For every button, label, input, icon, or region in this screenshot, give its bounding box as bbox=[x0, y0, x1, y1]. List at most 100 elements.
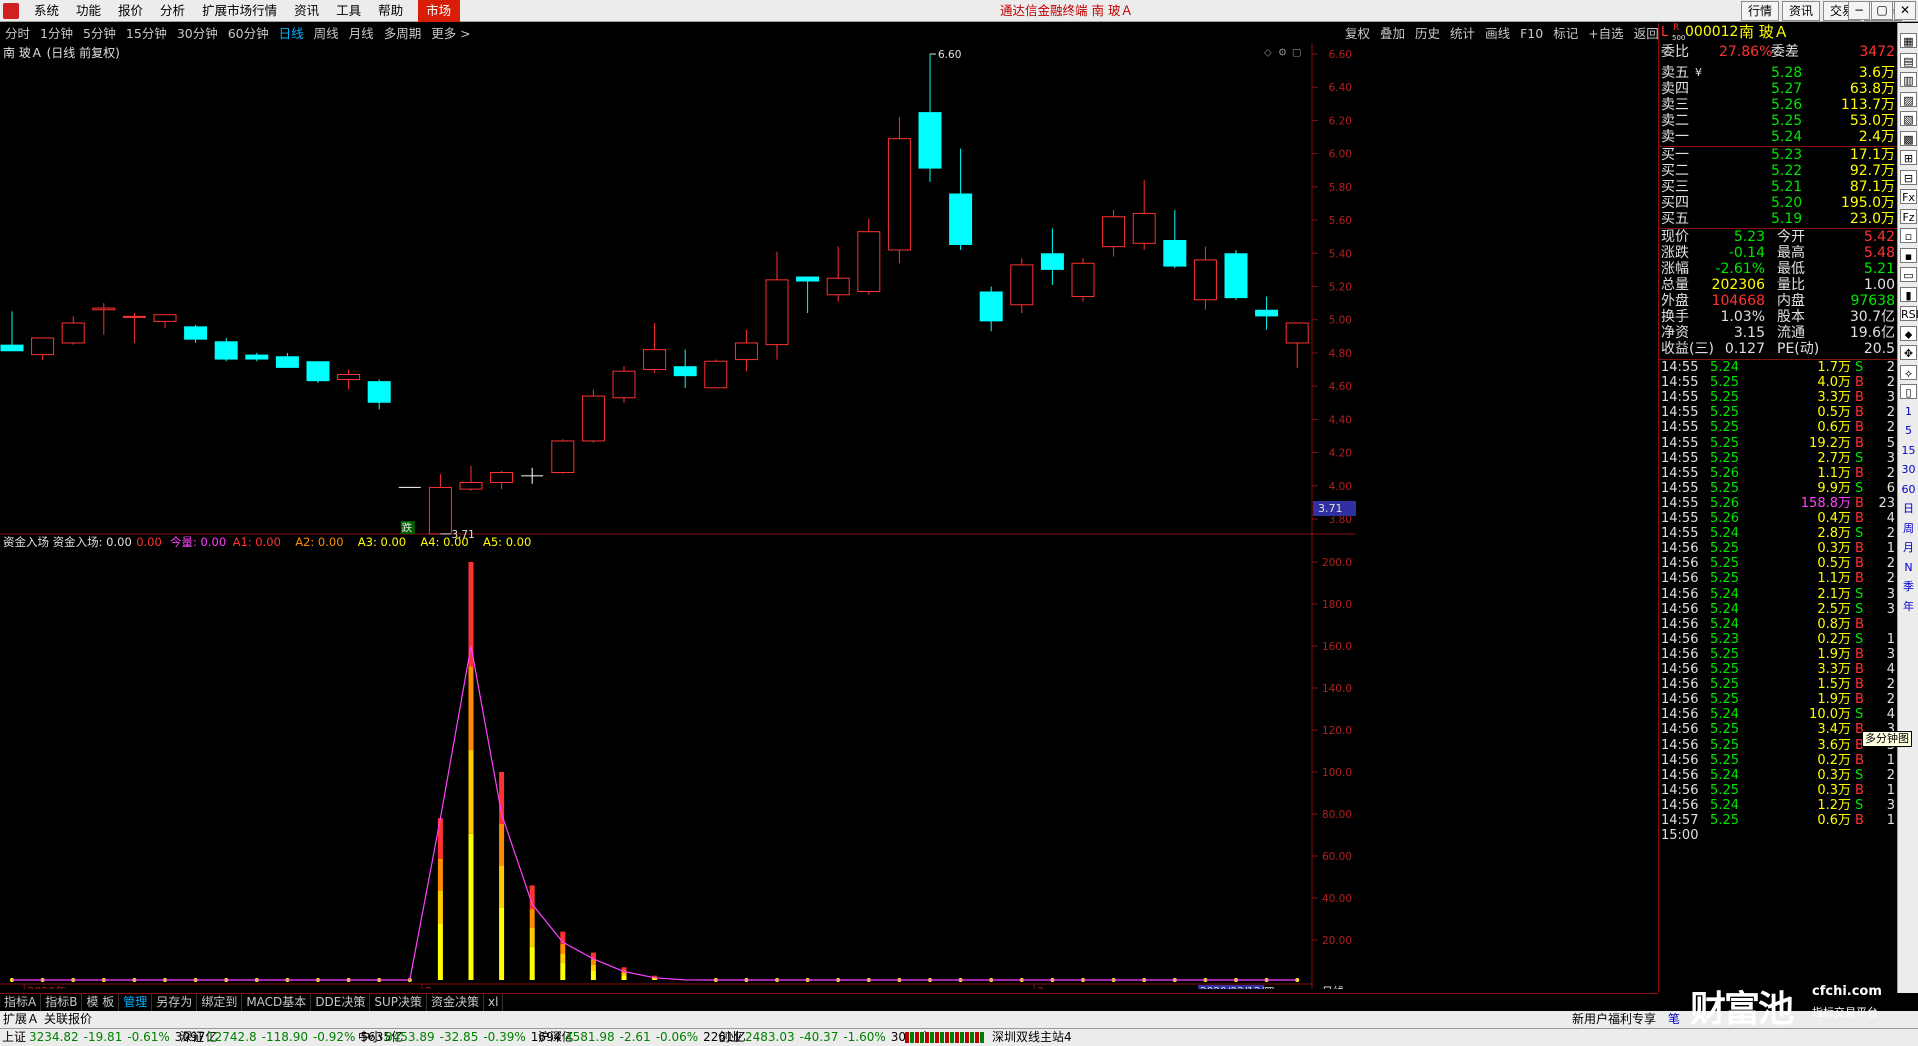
side-icon-12[interactable]: ▭ bbox=[1900, 267, 1917, 282]
indicator-tab-2[interactable]: 模 板 bbox=[82, 994, 120, 1011]
candle[interactable] bbox=[826, 246, 850, 302]
period-tab-10[interactable]: 更多 > bbox=[426, 23, 475, 44]
candle[interactable] bbox=[214, 337, 238, 362]
candle[interactable] bbox=[1040, 228, 1064, 285]
indicator-settings-icon[interactable]: ⊙ bbox=[3, 538, 11, 549]
candle[interactable] bbox=[734, 329, 758, 372]
candle[interactable] bbox=[673, 349, 697, 388]
candle[interactable] bbox=[796, 276, 820, 314]
indicator-tab-5[interactable]: 绑定到 bbox=[197, 994, 243, 1011]
candle[interactable] bbox=[1224, 249, 1248, 300]
indicator-tab-10[interactable]: xl bbox=[484, 994, 504, 1011]
gear-icon[interactable]: ⚙ bbox=[1278, 47, 1287, 58]
candle[interactable] bbox=[337, 369, 361, 390]
side-icon-6[interactable]: ⊞ bbox=[1900, 150, 1917, 165]
side-icon-13[interactable]: ▮ bbox=[1900, 286, 1917, 302]
menu-item-7[interactable]: 帮助 bbox=[370, 0, 412, 22]
candle[interactable] bbox=[275, 352, 299, 368]
candle[interactable] bbox=[1102, 210, 1126, 257]
candle[interactable] bbox=[581, 389, 605, 443]
period-tab-2[interactable]: 5分钟 bbox=[78, 23, 121, 44]
side-icon-3[interactable]: ▨ bbox=[1900, 91, 1917, 107]
menu-item-6[interactable]: 工具 bbox=[328, 0, 370, 22]
side-icon-23[interactable]: 60 bbox=[1900, 482, 1917, 497]
candle[interactable] bbox=[1163, 210, 1187, 269]
candle[interactable] bbox=[918, 54, 942, 182]
candle[interactable] bbox=[1132, 180, 1156, 250]
side-icon-0[interactable]: ▦ bbox=[1900, 33, 1917, 48]
candle[interactable] bbox=[61, 316, 85, 345]
chart-tool-7[interactable]: +自选 bbox=[1583, 23, 1628, 44]
candle[interactable] bbox=[521, 467, 544, 484]
candle[interactable] bbox=[92, 303, 116, 335]
candle[interactable] bbox=[428, 474, 452, 535]
index-quote[interactable]: 创业2483.03-40.37-1.60%3022亿 bbox=[718, 1029, 933, 1046]
candle[interactable] bbox=[306, 361, 330, 383]
menu-item-4[interactable]: 扩展市场行情 bbox=[194, 0, 286, 22]
indicator-tab-9[interactable]: 资金决策 bbox=[427, 994, 485, 1011]
candle[interactable] bbox=[643, 323, 667, 373]
kline-chart[interactable]: 南 玻Ａ (日线 前复权) 6.60 6.40 6.20 6.00 5.80 5.60 5.4… bbox=[0, 44, 1658, 989]
side-icon-21[interactable]: 15 bbox=[1900, 443, 1917, 458]
side-icon-9[interactable]: Fz bbox=[1900, 208, 1917, 224]
indicator-tab-0[interactable]: 指标A bbox=[0, 994, 42, 1011]
indicator-tab-6[interactable]: MACD基本 bbox=[242, 994, 312, 1011]
side-icon-24[interactable]: 日 bbox=[1900, 501, 1917, 516]
candle[interactable] bbox=[949, 148, 973, 250]
period-tab-9[interactable]: 多周期 bbox=[379, 23, 427, 44]
menu-item-0[interactable]: 系统 bbox=[26, 0, 68, 22]
side-icon-17[interactable]: ⟡ bbox=[1900, 364, 1917, 380]
side-icon-26[interactable]: 月 bbox=[1900, 540, 1917, 555]
chart-tool-3[interactable]: 统计 bbox=[1445, 23, 1480, 44]
side-icon-4[interactable]: ▧ bbox=[1900, 111, 1917, 126]
maximize-icon[interactable]: ▢ bbox=[1871, 1, 1893, 20]
candle[interactable] bbox=[0, 311, 24, 352]
menu-item-3[interactable]: 分析 bbox=[152, 0, 194, 22]
side-icon-10[interactable]: ▫ bbox=[1900, 228, 1917, 243]
indicator-tab-4[interactable]: 另存为 bbox=[152, 994, 198, 1011]
candle[interactable] bbox=[704, 359, 728, 389]
side-icon-1[interactable]: ▤ bbox=[1900, 52, 1917, 68]
window-icon[interactable]: ▢ bbox=[1292, 47, 1301, 58]
candle[interactable] bbox=[245, 352, 269, 362]
index-quote[interactable]: 沪深 4581.98 -2.61 -0.06% 2261亿 bbox=[538, 1029, 746, 1046]
candle[interactable] bbox=[765, 251, 789, 360]
close-icon[interactable]: ✕ bbox=[1894, 1, 1916, 20]
period-tab-3[interactable]: 15分钟 bbox=[121, 23, 172, 44]
chart-tool-0[interactable]: 复权 bbox=[1340, 23, 1375, 44]
side-icon-11[interactable]: ▪ bbox=[1900, 247, 1917, 263]
ext-tab-a[interactable]: 扩展Ａ bbox=[3, 1011, 39, 1028]
candle[interactable] bbox=[1193, 246, 1217, 310]
side-icon-5[interactable]: ▩ bbox=[1900, 130, 1917, 146]
chart-tool-5[interactable]: F10 bbox=[1515, 23, 1548, 44]
candle[interactable] bbox=[153, 314, 177, 329]
side-icon-19[interactable]: 1 bbox=[1900, 404, 1917, 419]
server-name[interactable]: 深圳双线主站4 bbox=[992, 1029, 1072, 1046]
candle[interactable] bbox=[551, 439, 575, 475]
side-icon-2[interactable]: ▥ bbox=[1900, 72, 1917, 87]
candle[interactable] bbox=[367, 379, 391, 410]
market-tab[interactable]: 市场 bbox=[418, 0, 461, 22]
period-tab-5[interactable]: 60分钟 bbox=[223, 23, 274, 44]
candle[interactable] bbox=[490, 470, 514, 490]
menu-item-1[interactable]: 功能 bbox=[68, 0, 110, 22]
period-tab-6[interactable]: 日线 bbox=[274, 23, 309, 44]
candle[interactable] bbox=[1285, 322, 1309, 368]
side-icon-8[interactable]: Fx bbox=[1900, 189, 1917, 204]
top-button-1[interactable]: 资讯 bbox=[1782, 1, 1821, 21]
candle[interactable] bbox=[1010, 258, 1034, 314]
new-user-link[interactable]: 新用户福利专享 bbox=[1572, 1011, 1656, 1028]
side-icon-15[interactable]: ⬥ bbox=[1900, 325, 1917, 341]
top-button-0[interactable]: 行情 bbox=[1741, 1, 1780, 21]
side-icon-27[interactable]: N bbox=[1900, 560, 1917, 575]
side-icon-29[interactable]: 年 bbox=[1900, 599, 1917, 614]
side-icon-14[interactable]: RSI bbox=[1900, 306, 1918, 321]
period-tab-1[interactable]: 1分钟 bbox=[35, 23, 78, 44]
candle[interactable] bbox=[459, 465, 483, 491]
period-tab-7[interactable]: 周线 bbox=[309, 23, 344, 44]
indicator-tab-8[interactable]: SUP决策 bbox=[370, 994, 428, 1011]
period-tab-8[interactable]: 月线 bbox=[344, 23, 379, 44]
chart-tool-2[interactable]: 历史 bbox=[1410, 23, 1445, 44]
candle[interactable] bbox=[122, 313, 146, 343]
side-icon-18[interactable]: ▯ bbox=[1900, 384, 1917, 399]
